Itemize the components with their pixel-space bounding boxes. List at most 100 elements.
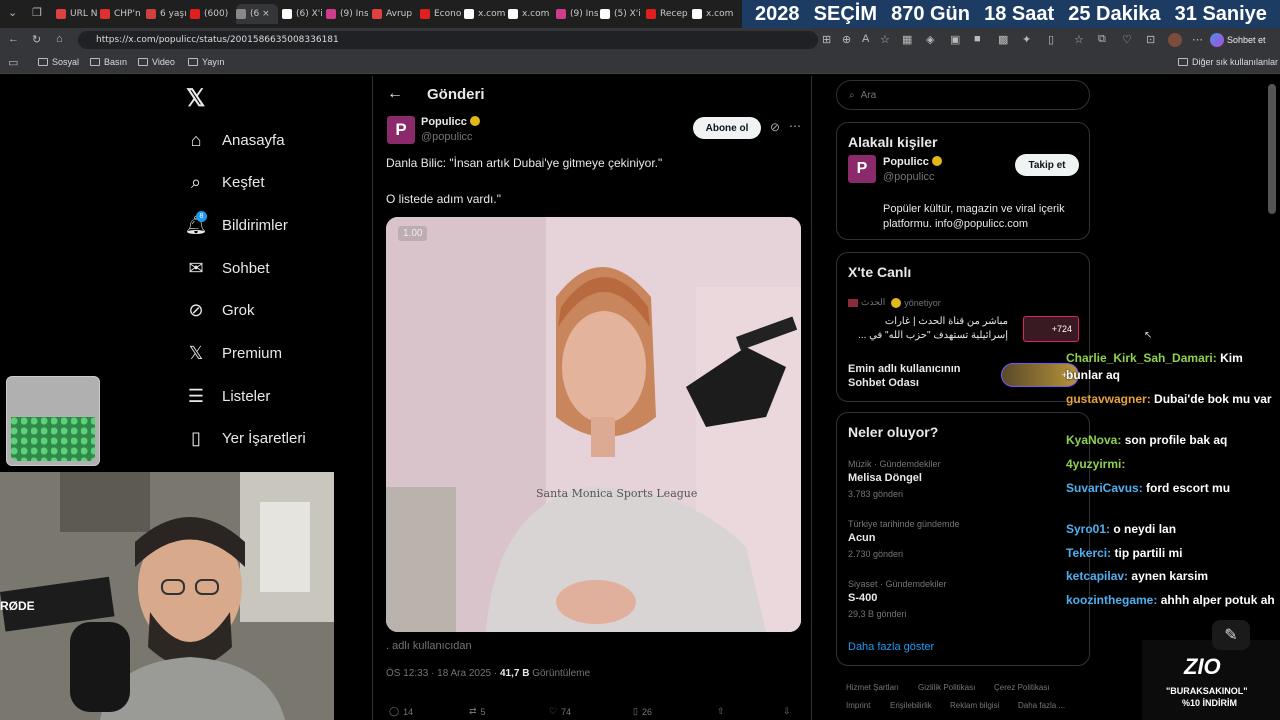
favorite-star-icon[interactable]: ☆ [880,33,890,46]
translate-icon[interactable]: ⊞ [822,33,831,46]
page-scrollbar[interactable] [1268,84,1276,214]
extension-4-icon[interactable]: ■ [974,33,981,45]
bookmark-folder-basin[interactable]: Basın [90,57,127,67]
nav-item-2[interactable]: 🔔︎ 8 Bildirimler [185,210,288,240]
playback-speed-badge[interactable]: 1.00 [398,226,428,241]
read-aloud-icon[interactable]: A [862,33,869,45]
follow-button[interactable]: Takip et [1015,154,1079,176]
download-button[interactable]: ⇩ [783,706,791,717]
zoom-icon[interactable]: ⊕ [842,33,851,46]
compose-float-icon[interactable]: ✎ [1212,620,1250,650]
more-menu-icon[interactable]: ⋯ [1192,33,1203,46]
other-bookmarks[interactable]: Diğer sık kullanılanlar [1178,57,1278,67]
browser-tab[interactable]: Recep [646,4,688,24]
browser-tab[interactable]: x.com [464,4,506,24]
browser-tab[interactable]: (9) Ins [326,4,368,24]
browser-tab[interactable]: CHP'n [100,4,142,24]
footer-link[interactable]: Imprint [846,701,870,710]
tab-menu-chevron-icon[interactable]: ⌄ [8,6,17,19]
footer-link[interactable]: Reklam bilgisi [950,701,999,710]
tab-label: Avrup [386,9,413,19]
tab-label: Econo [434,9,462,19]
extension-3-icon[interactable]: ▣ [950,33,960,46]
nav-item-1[interactable]: ⌕ Keşfet [186,168,265,198]
copilot-chat-button[interactable]: Sohbet et [1210,32,1266,48]
footer-link[interactable]: Daha fazla ... [1018,701,1065,710]
share-button[interactable]: ⇧ [717,706,725,717]
live-host[interactable]: الحدث yönetiyor [848,297,941,308]
browser-tab[interactable]: (6 × [236,4,278,24]
nav-item-0[interactable]: ⌂ Anasayfa [186,125,285,155]
room-title-line[interactable]: Emin adlı kullanıcının [848,363,960,375]
heart-icon[interactable]: ♡ [1122,33,1132,46]
home-browser-icon[interactable]: ⌂ [56,33,63,45]
more-options-icon[interactable]: ⋯ [789,119,801,133]
live-title-line[interactable]: مباشر من قناة الحدث | غارات [848,316,1008,327]
browser-tab[interactable]: Econo [420,4,462,24]
trend-name[interactable]: Melisa Döngel [848,472,922,484]
live-title-line[interactable]: إسرائيلية تستهدف "حزب الله" في ... [848,330,1008,341]
back-icon[interactable]: ← [8,33,19,45]
nav-item-4[interactable]: ⊘ Grok [186,296,254,326]
nav-item-5[interactable]: 𝕏 Premium [186,339,282,369]
bookmark-folder-sosyal[interactable]: Sosyal [38,57,79,67]
room-title-line[interactable]: Sohbet Odası [848,377,919,389]
bookmark-folder-video[interactable]: Video [138,57,175,67]
folder-icon [1178,58,1188,66]
post-timestamp[interactable]: ÖS 12:33 · 18 Ara 2025 · [386,668,497,679]
live-listener-count[interactable]: +724 [1023,316,1079,342]
reply-button[interactable]: ◯ 14 [389,706,413,717]
split-screen-icon[interactable]: ▯ [1048,33,1054,46]
browser-tab[interactable]: (600) [190,4,232,24]
footer-link[interactable]: Gizlilik Politikası [918,683,975,692]
related-name[interactable]: Populicc [883,156,942,168]
browser-tab[interactable]: x.com [508,4,550,24]
attribution-text[interactable]: . adlı kullanıcıdan [386,640,472,652]
reload-icon[interactable]: ↻ [32,33,41,46]
puzzle-icon[interactable]: ✦ [1022,33,1031,46]
profile-avatar[interactable] [1168,33,1182,47]
trend-name[interactable]: Acun [848,532,876,544]
nav-item-7[interactable]: ▯ Yer İşaretleri [186,424,306,454]
x-logo[interactable]: 𝕏 [186,84,205,113]
nav-item-6[interactable]: ☰ Listeler [186,381,270,411]
bookmark-folder-yayin[interactable]: Yayın [188,57,224,67]
footer-link[interactable]: Çerez Politikası [994,683,1050,692]
screenshot-icon[interactable]: ⊡ [1146,33,1155,46]
show-more-link[interactable]: Daha fazla göster [848,641,934,653]
browser-tab[interactable]: URL N [56,4,98,24]
back-arrow-icon[interactable]: ← [387,85,403,103]
subscribe-button[interactable]: Abone ol [693,117,761,139]
post-video[interactable]: Santa Monica Sports League 1.00 [386,217,801,632]
grok-icon[interactable]: ⊘ [770,120,780,134]
tab-label: x.com [706,9,734,19]
favorites-icon[interactable]: ☆ [1074,33,1084,46]
browser-tab[interactable]: 6 yaşı [146,4,188,24]
workspaces-icon[interactable]: ❐ [32,6,42,19]
bookmark-button[interactable]: ▯ 26 [633,706,652,717]
like-button[interactable]: ♡ 74 [549,706,571,717]
browser-tab[interactable]: (9) Ins [556,4,598,24]
footer-link[interactable]: Erişilebilirlik [890,701,932,710]
url-input[interactable]: https://x.com/populicc/status/2001586635… [78,31,818,49]
trend-name[interactable]: S-400 [848,592,877,604]
author-handle[interactable]: @populicc [421,131,473,143]
author-name[interactable]: Populicc [421,116,480,128]
footer-link[interactable]: Hizmet Şartları [846,683,899,692]
browser-tab[interactable]: Avrup [372,4,414,24]
panel-title: Neler oluyor? [848,424,939,440]
author-avatar[interactable]: P [387,116,415,144]
extension-2-icon[interactable]: ◈ [926,33,934,46]
nav-item-3[interactable]: ✉ Sohbet [186,253,269,283]
repost-button[interactable]: ⇄ 5 [469,706,486,717]
related-avatar[interactable]: P [848,155,876,183]
browser-tab[interactable]: x.com [692,4,734,24]
browser-tab[interactable]: (5) X'i [600,4,642,24]
tab-actions-icon[interactable]: ▭ [8,56,18,69]
related-handle[interactable]: @populicc [883,171,935,183]
search-input[interactable]: ⌕ Ara [836,80,1090,110]
extension-5-icon[interactable]: ▩ [998,33,1008,46]
collections-icon[interactable]: ⧉ [1098,33,1106,46]
extension-1-icon[interactable]: ▦ [902,33,912,46]
browser-tab[interactable]: (6) X'i [282,4,324,24]
